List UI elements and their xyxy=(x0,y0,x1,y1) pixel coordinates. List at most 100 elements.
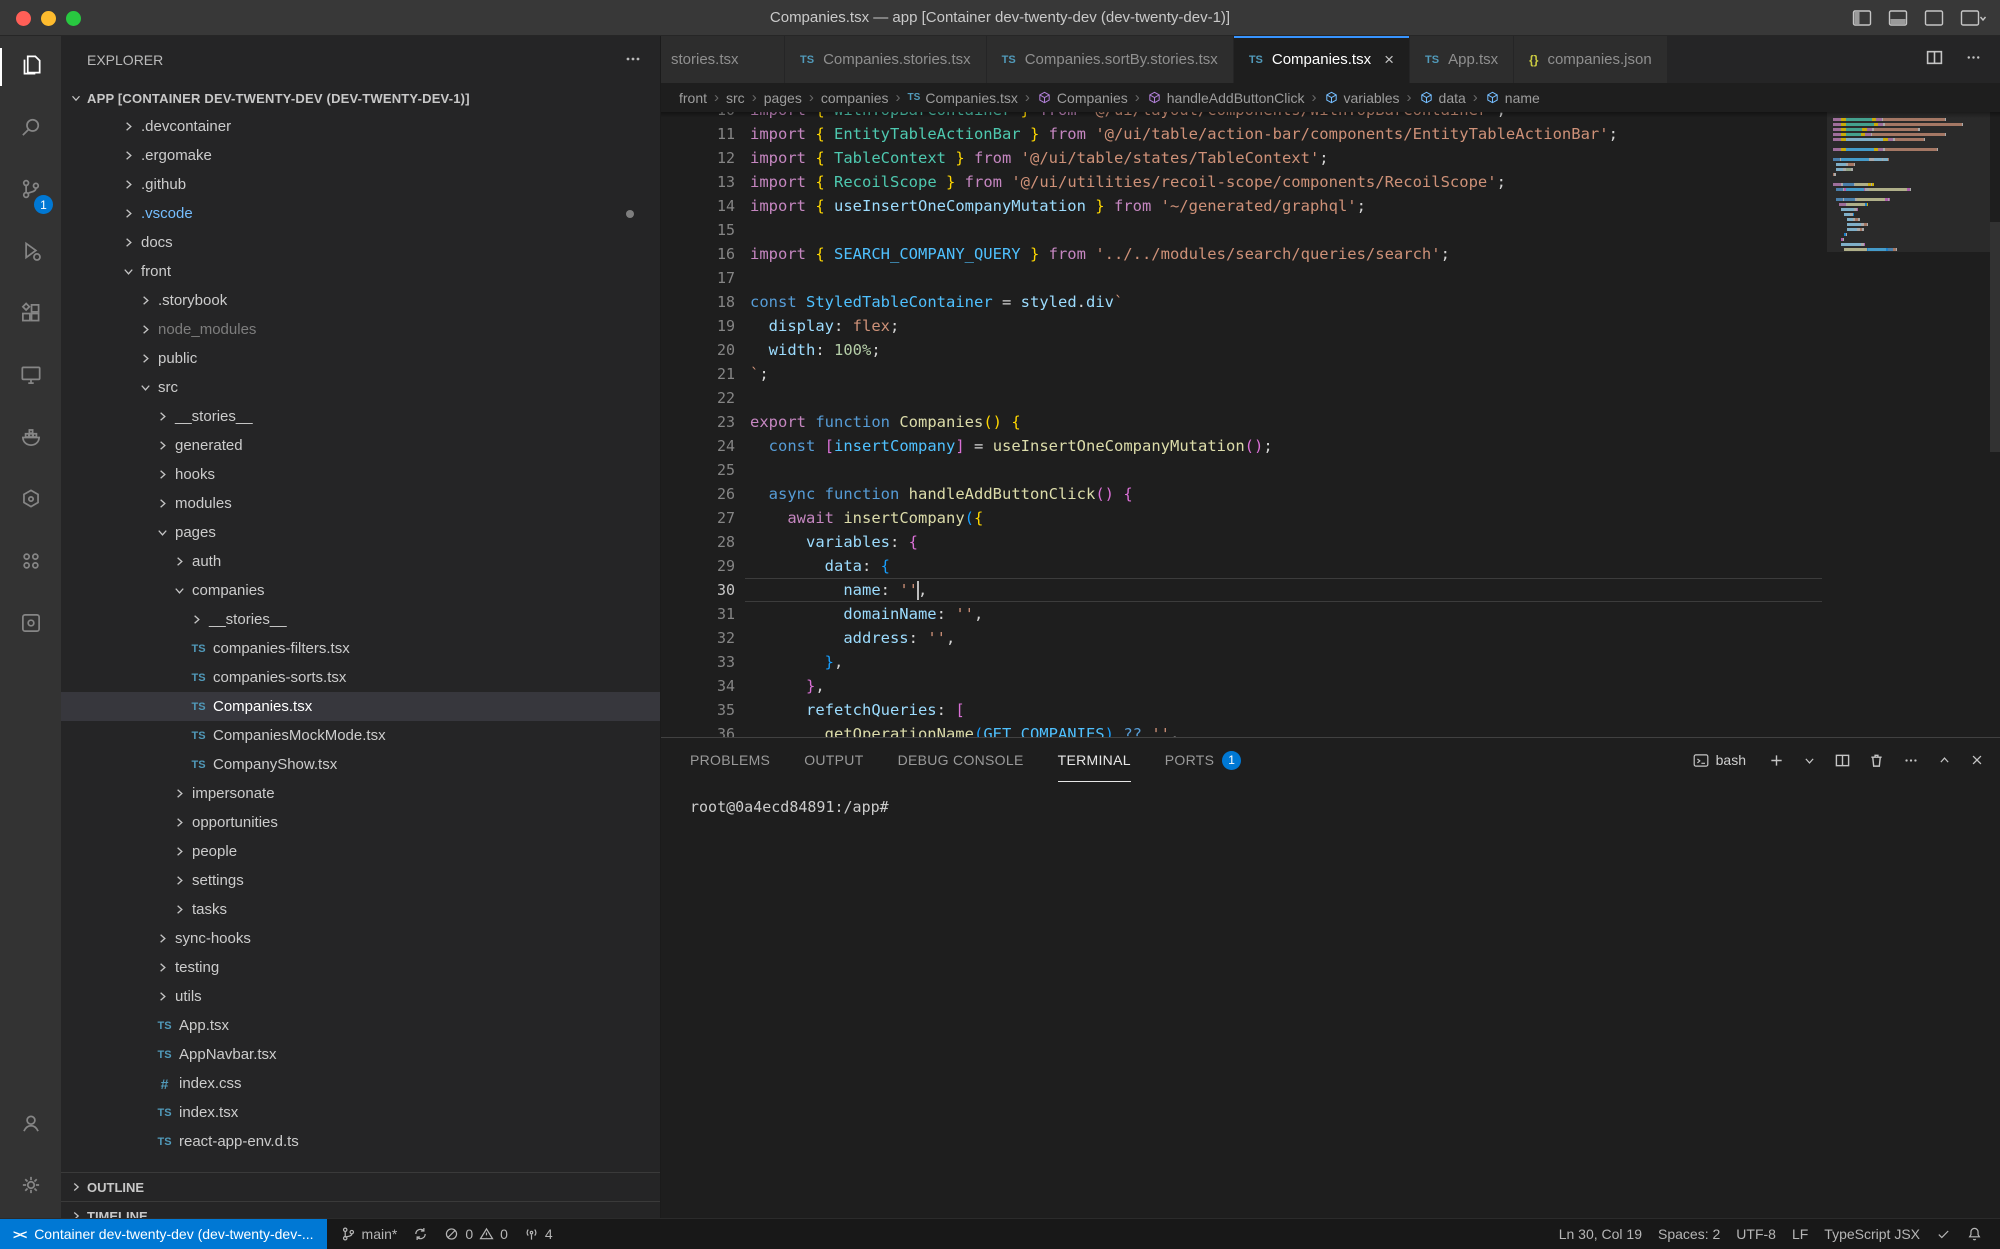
tree-item-companiesmockmode.tsx[interactable]: TSCompaniesMockMode.tsx xyxy=(61,721,660,750)
tree-item-generated[interactable]: generated xyxy=(61,431,660,460)
minimap[interactable] xyxy=(1827,112,1990,737)
chevron-right-icon[interactable] xyxy=(154,959,171,976)
chevron-right-icon[interactable] xyxy=(154,495,171,512)
tree-item-.devcontainer[interactable]: .devcontainer xyxy=(61,112,660,141)
code-line-14[interactable]: import { useInsertOneCompanyMutation } f… xyxy=(750,194,1366,218)
chevron-down-icon[interactable] xyxy=(171,582,188,599)
editor-more-actions-icon[interactable] xyxy=(1965,50,1982,70)
code-line-12[interactable]: import { TableContext } from '@/ui/table… xyxy=(750,146,1329,170)
activity-organization-button[interactable] xyxy=(0,532,61,594)
chevron-right-icon[interactable] xyxy=(137,292,154,309)
code-line-30[interactable]: name: '', xyxy=(750,578,927,602)
chevron-right-icon[interactable] xyxy=(188,611,205,628)
toggle-sidebar-icon[interactable] xyxy=(1852,9,1872,27)
tab-companies.tsx[interactable]: TSCompanies.tsx× xyxy=(1234,36,1410,83)
code-line-21[interactable]: `; xyxy=(750,362,769,386)
toggle-panel-icon[interactable] xyxy=(1888,9,1908,27)
tree-item-.ergomake[interactable]: .ergomake xyxy=(61,141,660,170)
tree-item-docs[interactable]: docs xyxy=(61,228,660,257)
code-line-28[interactable]: variables: { xyxy=(750,530,918,554)
code-line-31[interactable]: domainName: '', xyxy=(750,602,983,626)
timeline-section[interactable]: TIMELINE xyxy=(61,1201,660,1218)
remote-indicator[interactable]: >< Container dev-twenty-dev (dev-twenty-… xyxy=(0,1219,327,1249)
terminal[interactable]: root@0a4ecd84891:/app# xyxy=(661,782,2000,816)
tree-item-node_modules[interactable]: node_modules xyxy=(61,315,660,344)
breadcrumb-item-src[interactable]: src xyxy=(726,90,745,106)
tree-item-appnavbar.tsx[interactable]: TSAppNavbar.tsx xyxy=(61,1040,660,1069)
breadcrumb-item-data[interactable]: data xyxy=(1419,90,1466,106)
ports-indicator[interactable]: 4 xyxy=(516,1226,561,1242)
tab-app.tsx[interactable]: TSApp.tsx xyxy=(1410,36,1514,83)
chevron-right-icon[interactable] xyxy=(171,901,188,918)
chevron-right-icon[interactable] xyxy=(137,350,154,367)
code-line-26[interactable]: async function handleAddButtonClick() { xyxy=(750,482,1133,506)
breadcrumb-item-variables[interactable]: variables xyxy=(1324,90,1400,106)
tree-item-react-app-env.d.ts[interactable]: TSreact-app-env.d.ts xyxy=(61,1127,660,1156)
problems-indicator[interactable]: 0 0 xyxy=(436,1226,516,1242)
cursor-position[interactable]: Ln 30, Col 19 xyxy=(1551,1226,1650,1242)
panel-tab-terminal[interactable]: TERMINAL xyxy=(1058,738,1131,782)
chevron-right-icon[interactable] xyxy=(154,437,171,454)
customize-layout-icon[interactable] xyxy=(1960,9,1986,27)
chevron-right-icon[interactable] xyxy=(120,118,137,135)
tree-item-tasks[interactable]: tasks xyxy=(61,895,660,924)
panel-tab-debug-console[interactable]: DEBUG CONSOLE xyxy=(898,738,1024,782)
formatter-status[interactable] xyxy=(1928,1226,1959,1242)
tree-item-utils[interactable]: utils xyxy=(61,982,660,1011)
code-line-33[interactable]: }, xyxy=(750,650,843,674)
tree-item-auth[interactable]: auth xyxy=(61,547,660,576)
activity-graphql-button[interactable] xyxy=(0,470,61,532)
tree-item-public[interactable]: public xyxy=(61,344,660,373)
tree-item-hooks[interactable]: hooks xyxy=(61,460,660,489)
chevron-down-icon[interactable] xyxy=(137,379,154,396)
chevron-right-icon[interactable] xyxy=(120,205,137,222)
activity-accounts-button[interactable] xyxy=(0,1094,61,1156)
tree-item-index.tsx[interactable]: TSindex.tsx xyxy=(61,1098,660,1127)
chevron-right-icon[interactable] xyxy=(154,466,171,483)
tab-stories.tsx[interactable]: stories.tsx xyxy=(661,36,785,83)
kill-terminal-icon[interactable] xyxy=(1869,753,1884,768)
chevron-right-icon[interactable] xyxy=(154,930,171,947)
tree-item-sync-hooks[interactable]: sync-hooks xyxy=(61,924,660,953)
outline-section[interactable]: OUTLINE xyxy=(61,1172,660,1201)
code-line-10[interactable]: import { WithTopBarContainer } from '@/u… xyxy=(750,112,1506,122)
tab-companies.sortby.stories.tsx[interactable]: TSCompanies.sortBy.stories.tsx xyxy=(987,36,1234,83)
breadcrumb-item-companies[interactable]: Companies xyxy=(1037,90,1128,106)
breadcrumb-item-pages[interactable]: pages xyxy=(764,90,802,106)
code-line-27[interactable]: await insertCompany({ xyxy=(750,506,983,530)
tree-item-modules[interactable]: modules xyxy=(61,489,660,518)
activity-run-debug-button[interactable] xyxy=(0,222,61,284)
chevron-down-icon[interactable] xyxy=(120,263,137,280)
chevron-right-icon[interactable] xyxy=(171,814,188,831)
tree-item-companies-sorts.tsx[interactable]: TScompanies-sorts.tsx xyxy=(61,663,660,692)
tree-item-opportunities[interactable]: opportunities xyxy=(61,808,660,837)
tree-item-settings[interactable]: settings xyxy=(61,866,660,895)
close-window-button[interactable] xyxy=(16,11,31,26)
tree-item-front[interactable]: front xyxy=(61,257,660,286)
maximize-window-button[interactable] xyxy=(66,11,81,26)
notifications-button[interactable] xyxy=(1959,1226,1990,1242)
tree-item-pages[interactable]: pages xyxy=(61,518,660,547)
chevron-right-icon[interactable] xyxy=(171,872,188,889)
breadcrumb-item-handleaddbuttonclick[interactable]: handleAddButtonClick xyxy=(1147,90,1305,106)
chevron-down-icon[interactable] xyxy=(154,524,171,541)
code-line-11[interactable]: import { EntityTableActionBar } from '@/… xyxy=(750,122,1618,146)
tree-item-.github[interactable]: .github xyxy=(61,170,660,199)
activity-extensions-button[interactable] xyxy=(0,284,61,346)
tree-item-__stories__[interactable]: __stories__ xyxy=(61,605,660,634)
maximize-panel-icon[interactable] xyxy=(1938,754,1951,767)
activity-explorer-button[interactable] xyxy=(0,36,61,98)
chevron-right-icon[interactable] xyxy=(154,408,171,425)
tree-item-__stories__[interactable]: __stories__ xyxy=(61,402,660,431)
chevron-right-icon[interactable] xyxy=(171,843,188,860)
toggle-secondary-sidebar-icon[interactable] xyxy=(1924,9,1944,27)
code-editor[interactable]: 10import { WithTopBarContainer } from '@… xyxy=(661,112,2000,737)
chevron-right-icon[interactable] xyxy=(154,988,171,1005)
terminal-dropdown-icon[interactable] xyxy=(1803,754,1816,767)
breadcrumb-item-front[interactable]: front xyxy=(679,90,707,106)
activity-search-button[interactable] xyxy=(0,98,61,160)
code-line-18[interactable]: const StyledTableContainer = styled.div` xyxy=(750,290,1123,314)
close-panel-icon[interactable] xyxy=(1970,753,1984,767)
activity-remote-explorer-button[interactable] xyxy=(0,346,61,408)
tree-item-testing[interactable]: testing xyxy=(61,953,660,982)
